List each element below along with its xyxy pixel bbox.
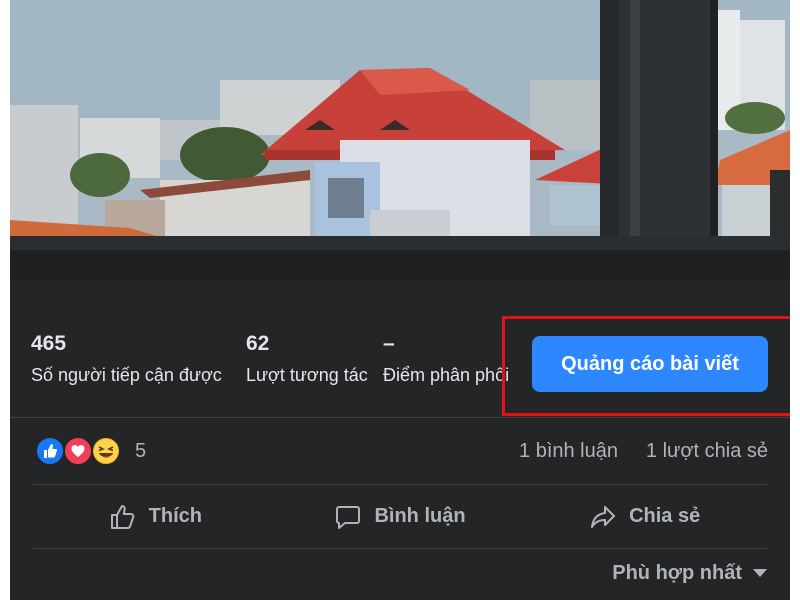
like-button-label: Thích	[148, 505, 202, 527]
like-icon	[35, 436, 65, 466]
comment-button[interactable]: Bình luận	[278, 485, 523, 548]
metric-engagement[interactable]: 62 Lượt tương tác	[246, 330, 368, 386]
share-button-label: Chia sẻ	[629, 505, 701, 527]
comment-count-link[interactable]: 1 bình luận	[519, 440, 618, 463]
post-card: 465 Số người tiếp cận được 62 Lượt tương…	[10, 0, 790, 600]
reactions-summary: 5 1 bình luận 1 lượt chia sẻ	[10, 418, 790, 484]
comment-sort-dropdown[interactable]: Phù hợp nhất	[612, 562, 768, 585]
metric-label: Lượt tương tác	[246, 365, 368, 385]
post-actions: Thích Bình luận Chia sẻ	[33, 485, 767, 548]
metric-reach[interactable]: 465 Số người tiếp cận được	[31, 330, 222, 386]
share-button[interactable]: Chia sẻ	[522, 485, 767, 548]
thumbs-up-icon	[109, 503, 137, 531]
rooftops-photo	[10, 0, 790, 310]
metric-distribution-score[interactable]: – Điểm phân phối	[383, 330, 509, 386]
metric-value: –	[383, 332, 395, 355]
divider	[33, 548, 767, 549]
reaction-count[interactable]: 5	[135, 440, 146, 463]
share-arrow-icon	[589, 503, 617, 531]
reaction-icons[interactable]	[35, 436, 127, 468]
metric-value: 465	[31, 332, 67, 355]
metric-value: 62	[246, 332, 270, 355]
haha-icon	[91, 436, 121, 466]
metric-label: Số người tiếp cận được	[31, 365, 222, 385]
caret-down-icon	[752, 565, 768, 583]
share-count-link[interactable]: 1 lượt chia sẻ	[646, 440, 768, 463]
comment-button-label: Bình luận	[374, 505, 466, 527]
comment-sort-label: Phù hợp nhất	[612, 562, 742, 584]
boost-post-button[interactable]: Quảng cáo bài viết	[532, 336, 768, 392]
post-insights: 465 Số người tiếp cận được 62 Lượt tương…	[10, 310, 790, 418]
metric-label: Điểm phân phối	[383, 365, 510, 385]
comment-bubble-icon	[334, 503, 362, 531]
post-photo[interactable]	[10, 0, 790, 310]
love-icon	[63, 436, 93, 466]
like-button[interactable]: Thích	[33, 485, 278, 548]
